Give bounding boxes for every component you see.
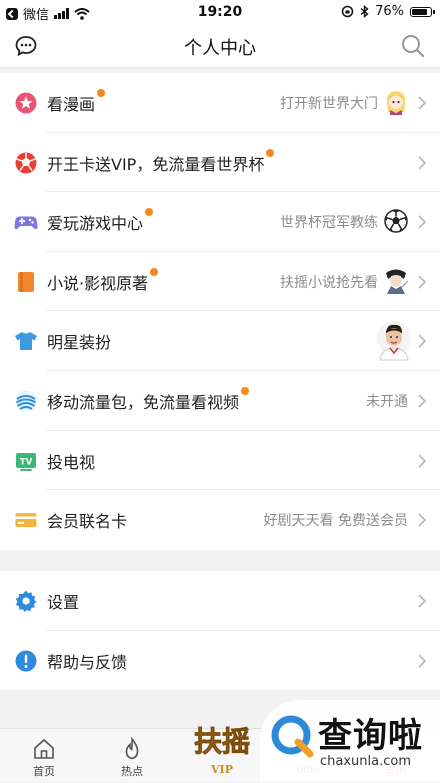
notification-dot	[97, 89, 106, 97]
menu-item-label: 帮助与反馈	[47, 652, 128, 672]
character-thumbnail	[386, 269, 409, 294]
chevron-right-icon	[418, 653, 427, 668]
watermark-url: chaxunla.com	[320, 754, 411, 769]
chevron-right-icon	[418, 453, 427, 468]
menu-item-comics[interactable]: 看漫画 打开新世界大门	[0, 73, 440, 133]
search-icon[interactable]	[400, 33, 426, 59]
card-icon	[15, 513, 37, 528]
gamepad-icon	[14, 216, 38, 230]
menu-item-star-dressup[interactable]: 明星装扮	[0, 311, 440, 371]
menu-group-settings: 设置 帮助与反馈	[0, 571, 440, 691]
tab-label: 热点	[121, 765, 143, 778]
menu-item-label: 爱玩游戏中心	[47, 208, 154, 234]
vip-logo-text: 扶摇	[194, 725, 250, 758]
menu-item-label: 设置	[47, 593, 80, 612]
menu-item-subtext: 扶摇小说抢先看	[280, 274, 378, 291]
chevron-right-icon	[418, 394, 427, 408]
star-avatar-thumbnail	[377, 321, 411, 361]
chevron-right-icon	[418, 594, 427, 608]
menu-item-label: 明星装扮	[47, 333, 112, 353]
chevron-right-icon	[418, 155, 427, 170]
menu-item-member-card[interactable]: 会员联名卡 好剧天天看 免费送会员	[0, 490, 440, 550]
tshirt-icon	[15, 332, 37, 351]
menu-item-label: 会员联名卡	[47, 512, 128, 532]
ball-icon	[15, 152, 37, 174]
notification-dot	[145, 208, 154, 217]
vip-logo[interactable]: 扶摇	[184, 709, 260, 781]
menu-item-game-center[interactable]: 爱玩游戏中心 世界杯冠军教练	[0, 192, 440, 252]
menu-item-subtext: 打开新世界大门	[280, 96, 378, 112]
flame-icon	[125, 737, 139, 760]
svg-text:TV: TV	[20, 457, 33, 467]
book-icon	[18, 271, 34, 292]
watermark: 查询啦 chaxunla.com	[260, 700, 440, 782]
tab-hot[interactable]: 热点	[102, 729, 162, 783]
soccer-ball-thumbnail	[384, 209, 408, 233]
menu-item-mobile-data[interactable]: 移动流量包，免流量看视频 未开通	[0, 371, 440, 431]
menu-item-label: 移动流量包，免流量看视频	[47, 386, 250, 413]
notification-dot	[241, 386, 250, 395]
notification-dot	[266, 148, 275, 157]
chevron-right-icon	[418, 334, 427, 349]
chevron-right-icon	[418, 215, 427, 229]
menu-item-king-card[interactable]: 开王卡送VIP，免流量看世界杯	[0, 133, 440, 193]
watermark-title: 查询啦	[318, 716, 423, 756]
menu-item-label: 小说·影视原著	[47, 267, 159, 294]
chevron-right-icon	[418, 513, 427, 527]
battery-icon	[410, 6, 435, 17]
tab-label: 首页	[33, 765, 55, 778]
header-bar: 个人中心	[0, 24, 440, 68]
menu-item-subtext: 世界杯冠军教练	[280, 215, 378, 232]
battery-percent: 76%	[375, 4, 404, 19]
menu-item-label: 开王卡送VIP，免流量看世界杯	[47, 148, 275, 175]
page-title: 个人中心	[184, 38, 256, 59]
menu-item-help[interactable]: 帮助与反馈	[0, 631, 440, 691]
gear-icon	[15, 590, 37, 612]
menu-item-label: 看漫画	[47, 89, 106, 115]
status-bar: 微信 19:20 76%	[0, 0, 440, 24]
status-right: 76%	[341, 4, 435, 19]
menu-item-subtext: 未开通	[366, 393, 408, 410]
anime-girl-thumbnail	[386, 91, 406, 115]
rotation-lock-icon	[341, 5, 354, 18]
menu-item-settings[interactable]: 设置	[0, 571, 440, 631]
menu-item-label: 投电视	[47, 452, 96, 472]
tab-home[interactable]: 首页	[14, 729, 74, 783]
home-icon	[34, 738, 54, 759]
help-icon	[15, 650, 37, 672]
chevron-right-icon	[418, 275, 427, 289]
comic-icon	[15, 92, 37, 114]
menu-item-cast-tv[interactable]: TV 投电视	[0, 431, 440, 491]
notification-dot	[150, 267, 159, 276]
bluetooth-icon	[360, 5, 369, 18]
chevron-right-icon	[418, 96, 427, 110]
watermark-logo-icon	[271, 715, 314, 758]
tv-icon: TV	[16, 452, 36, 471]
mobile-data-icon	[15, 390, 37, 412]
menu-group-services: 看漫画 打开新世界大门 开王卡送VIP，免流量看世界杯 爱玩游戏中心 世界杯冠军…	[0, 73, 440, 550]
menu-item-subtext: 好剧天天看 免费送会员	[263, 513, 408, 530]
menu-item-novel[interactable]: 小说·影视原著 扶摇小说抢先看	[0, 252, 440, 312]
